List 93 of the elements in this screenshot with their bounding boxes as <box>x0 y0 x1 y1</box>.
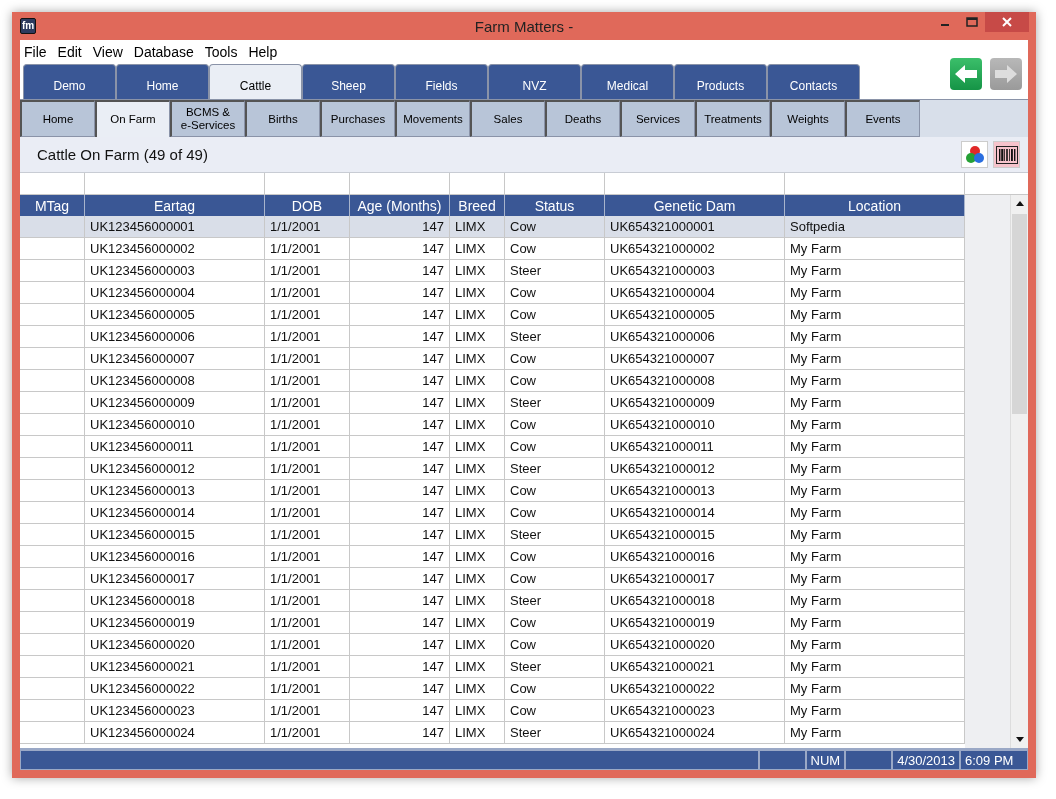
table-row[interactable]: UK123456000019 1/1/2001 147 LIMX Cow UK654321000019 My Farm <box>20 612 965 634</box>
colour-balls-button[interactable] <box>961 141 988 168</box>
menu-item[interactable]: Database <box>133 44 200 60</box>
filter-field[interactable] <box>785 173 965 195</box>
module-tab[interactable]: Fields <box>395 64 488 99</box>
table-cell: LIMX <box>450 722 505 744</box>
table-row[interactable]: UK123456000008 1/1/2001 147 LIMX Cow UK654321000008 My Farm <box>20 370 965 392</box>
table-cell: UK123456000024 <box>85 722 265 744</box>
table-row[interactable]: UK123456000003 1/1/2001 147 LIMX Steer UK654321000003 My Farm <box>20 260 965 282</box>
table-row[interactable]: UK123456000005 1/1/2001 147 LIMX Cow UK654321000005 My Farm <box>20 304 965 326</box>
module-tab[interactable]: Home <box>116 64 209 99</box>
column-header[interactable]: Genetic Dam <box>605 195 785 216</box>
menu-item[interactable]: File <box>24 44 53 60</box>
scroll-up-icon[interactable] <box>1015 201 1024 206</box>
column-header[interactable]: MTag <box>20 195 85 216</box>
section-tab[interactable]: Home <box>20 100 95 137</box>
barcode-icon <box>995 145 1018 164</box>
table-row[interactable]: UK123456000023 1/1/2001 147 LIMX Cow UK654321000023 My Farm <box>20 700 965 722</box>
module-tab[interactable]: Demo <box>23 64 116 99</box>
filter-field[interactable] <box>350 173 450 195</box>
status-panel: 6:09 PM <box>960 750 1028 770</box>
scroll-down-icon[interactable] <box>1015 737 1024 742</box>
window-title: Farm Matters - <box>474 17 574 35</box>
table-row[interactable]: UK123456000001 1/1/2001 147 LIMX Cow UK654321000001 Softpedia <box>20 216 965 238</box>
filter-field[interactable] <box>85 173 265 195</box>
section-tab[interactable]: BCMS & e-Services <box>170 100 245 137</box>
scrollbar[interactable] <box>1010 195 1028 748</box>
module-tab[interactable]: Cattle <box>209 64 302 99</box>
menu-item[interactable]: Tools <box>204 44 244 60</box>
status-panel: NUM <box>805 750 846 770</box>
table-row[interactable]: UK123456000010 1/1/2001 147 LIMX Cow UK654321000010 My Farm <box>20 414 965 436</box>
barcode-button[interactable] <box>993 141 1020 168</box>
back-arrow-icon <box>954 64 978 84</box>
table-row[interactable]: UK123456000017 1/1/2001 147 LIMX Cow UK654321000017 My Farm <box>20 568 965 590</box>
section-tab[interactable]: Treatments <box>695 100 770 137</box>
table-row[interactable]: UK123456000018 1/1/2001 147 LIMX Steer UK654321000018 My Farm <box>20 590 965 612</box>
module-tab[interactable]: Contacts <box>767 64 860 99</box>
table-row[interactable]: UK123456000002 1/1/2001 147 LIMX Cow UK654321000002 My Farm <box>20 238 965 260</box>
maximize-icon <box>965 17 978 27</box>
filter-field[interactable] <box>20 173 85 195</box>
column-header[interactable]: Age (Months) <box>350 195 450 216</box>
menu-item[interactable]: Help <box>248 44 284 60</box>
column-header[interactable]: Location <box>785 195 965 216</box>
table-cell: UK654321000024 <box>605 722 785 744</box>
table-cell: 1/1/2001 <box>265 722 350 744</box>
column-header[interactable]: Eartag <box>85 195 265 216</box>
close-icon <box>1001 16 1013 28</box>
column-header[interactable]: Status <box>505 195 605 216</box>
table-row[interactable]: UK123456000011 1/1/2001 147 LIMX Cow UK654321000011 My Farm <box>20 436 965 458</box>
module-tab[interactable]: Medical <box>581 64 674 99</box>
section-tab[interactable]: Weights <box>770 100 845 137</box>
table-row[interactable]: UK123456000012 1/1/2001 147 LIMX Steer UK654321000012 My Farm <box>20 458 965 480</box>
section-tab[interactable]: Events <box>845 100 920 137</box>
filter-field[interactable] <box>265 173 350 195</box>
table-row[interactable]: UK123456000009 1/1/2001 147 LIMX Steer UK654321000009 My Farm <box>20 392 965 414</box>
close-button[interactable] <box>985 12 1029 32</box>
table-row[interactable]: UK123456000004 1/1/2001 147 LIMX Cow UK654321000004 My Farm <box>20 282 965 304</box>
section-tab[interactable]: Movements <box>395 100 470 137</box>
table-cell: Steer <box>505 722 605 744</box>
section-tab[interactable]: Services <box>620 100 695 137</box>
filter-field[interactable] <box>605 173 785 195</box>
table-row[interactable]: UK123456000021 1/1/2001 147 LIMX Steer UK654321000021 My Farm <box>20 656 965 678</box>
minimize-icon <box>940 24 949 26</box>
module-tab[interactable]: NVZ <box>488 64 581 99</box>
table-row[interactable]: UK123456000016 1/1/2001 147 LIMX Cow UK654321000016 My Farm <box>20 546 965 568</box>
section-tab[interactable]: Purchases <box>320 100 395 137</box>
menu-item[interactable]: View <box>92 44 129 60</box>
menu-item[interactable]: Edit <box>57 44 88 60</box>
table-row[interactable]: UK123456000015 1/1/2001 147 LIMX Steer UK654321000015 My Farm <box>20 524 965 546</box>
table-row[interactable]: UK123456000013 1/1/2001 147 LIMX Cow UK654321000013 My Farm <box>20 480 965 502</box>
section-tab[interactable]: Deaths <box>545 100 620 137</box>
table-row[interactable]: UK123456000020 1/1/2001 147 LIMX Cow UK654321000020 My Farm <box>20 634 965 656</box>
table-cell: 147 <box>350 722 450 744</box>
module-tab[interactable]: Products <box>674 64 767 99</box>
table-row[interactable]: UK123456000007 1/1/2001 147 LIMX Cow UK654321000007 My Farm <box>20 348 965 370</box>
filter-field[interactable] <box>505 173 605 195</box>
table-row[interactable]: UK123456000024 1/1/2001 147 LIMX Steer UK654321000024 My Farm <box>20 722 965 744</box>
table-row[interactable]: UK123456000006 1/1/2001 147 LIMX Steer UK654321000006 My Farm <box>20 326 965 348</box>
table-row[interactable]: UK123456000014 1/1/2001 147 LIMX Cow UK654321000014 My Farm <box>20 502 965 524</box>
status-panel: 4/30/2013 <box>892 750 960 770</box>
column-header[interactable]: DOB <box>265 195 350 216</box>
section-tab[interactable]: Sales <box>470 100 545 137</box>
section-tab[interactable]: Births <box>245 100 320 137</box>
forward-arrow-icon <box>994 64 1018 84</box>
table-row[interactable]: UK123456000022 1/1/2001 147 LIMX Cow UK654321000022 My Farm <box>20 678 965 700</box>
section-tab[interactable]: On Farm <box>95 100 170 137</box>
filter-field[interactable] <box>450 173 505 195</box>
module-tab[interactable]: Sheep <box>302 64 395 99</box>
page-title: Cattle On Farm (49 of 49) <box>37 146 208 163</box>
app-logo: fm <box>20 18 36 34</box>
back-button[interactable] <box>950 58 982 90</box>
column-header[interactable]: Breed <box>450 195 505 216</box>
colour-balls-icon <box>964 144 985 165</box>
